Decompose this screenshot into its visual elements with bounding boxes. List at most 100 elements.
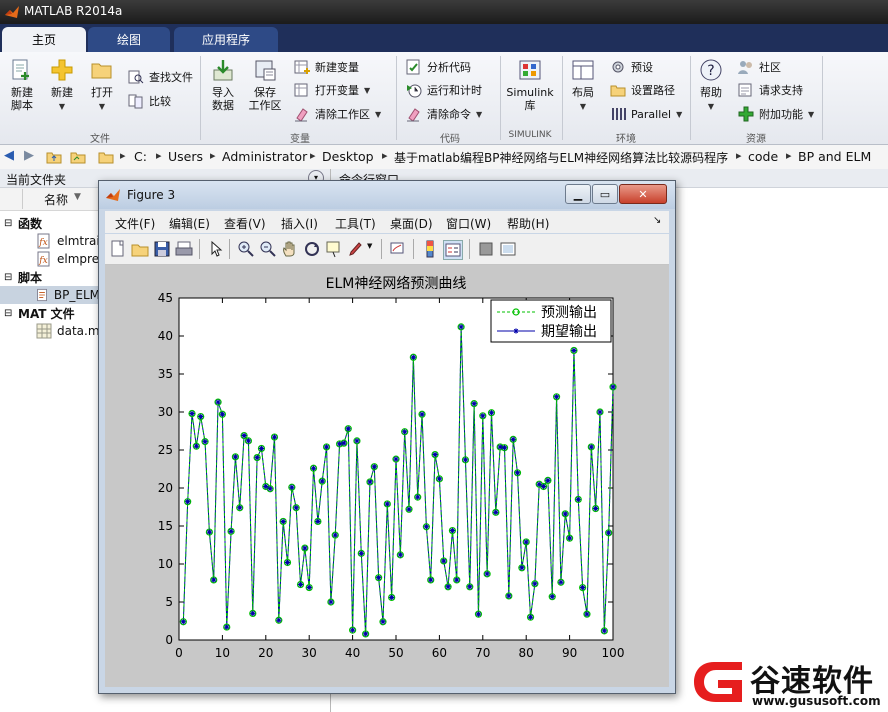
import-data-button[interactable]: 导入 数据 — [206, 58, 240, 112]
zoom-out-icon[interactable] — [259, 240, 277, 258]
expected-point — [432, 451, 438, 458]
tree-item[interactable]: fx elmtrai — [36, 232, 100, 250]
expected-point — [354, 438, 360, 444]
breadcrumb-segment[interactable]: 基于matlab编程BP神经网络与ELM神经网络算法比较源码程序 — [394, 149, 728, 166]
close-icon: ✕ — [638, 187, 648, 201]
expected-point — [237, 505, 243, 511]
breadcrumb-segment[interactable]: BP and ELM — [798, 149, 871, 164]
run-and-time-button[interactable]: 运行和计时 — [406, 81, 482, 99]
save-workspace-button[interactable]: 保存 工作区 — [246, 58, 284, 112]
menu-window[interactable]: 窗口(W) — [446, 215, 491, 232]
legend-icon[interactable] — [443, 240, 463, 260]
name-column-header[interactable]: 名称 — [44, 191, 68, 208]
plot-area[interactable]: ELM神经网络预测曲线 0 10 20 30 40 50 60 70 80 90 100 0 5 10 15 2… — [105, 265, 669, 687]
new-figure-icon[interactable] — [109, 240, 127, 258]
expected-point — [467, 584, 473, 590]
tree-item[interactable]: data.m — [36, 322, 100, 340]
menu-view[interactable]: 查看(V) — [224, 215, 266, 232]
expected-point — [397, 552, 403, 558]
zoom-in-icon[interactable] — [237, 240, 255, 258]
x-tick-label: 90 — [562, 646, 577, 660]
breadcrumb-segment[interactable]: Administrator — [222, 149, 307, 164]
function-file-icon: fx — [37, 251, 50, 267]
dock-arrow-icon[interactable]: ↘ — [653, 215, 661, 226]
minimize-button[interactable]: ▁ — [565, 184, 591, 204]
open-file-icon[interactable] — [131, 240, 149, 258]
set-path-button[interactable]: 设置路径 — [610, 81, 675, 99]
open-button[interactable]: 打开 ▼ — [86, 58, 118, 113]
tree-group-functions[interactable]: ⊟ 函数 — [4, 214, 42, 232]
print-icon[interactable] — [175, 240, 193, 258]
tree-group-mat-files[interactable]: ⊟ MAT 文件 — [4, 304, 75, 322]
gususoft-logo-icon — [694, 662, 742, 702]
ribbon-separator — [200, 56, 201, 140]
clear-workspace-button[interactable]: 清除工作区 ▼ — [294, 105, 381, 123]
new-variable-button[interactable]: 新建变量 — [294, 58, 359, 76]
link-plot-icon[interactable] — [389, 240, 407, 258]
menu-desktop[interactable]: 桌面(D) — [390, 215, 433, 232]
tab-plots[interactable]: 绘图 — [88, 27, 170, 52]
community-button[interactable]: 社区 — [738, 58, 781, 76]
save-icon[interactable] — [153, 240, 171, 258]
expected-point — [436, 476, 442, 482]
brush-caret-icon[interactable]: ▼ — [367, 242, 372, 250]
new-script-button[interactable]: 新建 脚本 — [4, 58, 40, 112]
add-ons-button[interactable]: 附加功能 ▼ — [738, 105, 814, 123]
tree-group-scripts[interactable]: ⊟ 脚本 — [4, 268, 42, 286]
expected-point — [610, 384, 616, 390]
preferences-button[interactable]: 预设 — [610, 58, 653, 76]
rotate-3d-icon[interactable] — [303, 240, 321, 258]
browse-folder-icon[interactable] — [70, 149, 86, 165]
pointer-icon[interactable] — [207, 240, 225, 258]
menu-edit[interactable]: 编辑(E) — [169, 215, 210, 232]
menu-tools[interactable]: 工具(T) — [335, 215, 376, 232]
breadcrumb-separator-icon: ▸ — [736, 149, 742, 162]
brush-icon[interactable] — [347, 240, 365, 258]
x-tick-label: 80 — [519, 646, 534, 660]
set-path-icon — [610, 85, 626, 97]
back-arrow-icon[interactable]: ◀ — [4, 148, 14, 163]
up-folder-icon[interactable] — [46, 149, 62, 165]
tab-apps[interactable]: 应用程序 — [174, 27, 278, 52]
colorbar-icon[interactable] — [421, 240, 439, 258]
menu-help[interactable]: 帮助(H) — [507, 215, 549, 232]
new-button[interactable]: 新建 ▼ — [46, 58, 78, 113]
layout-button[interactable]: 布局 ▼ — [566, 58, 600, 113]
tree-group-label: 函数 — [18, 216, 43, 231]
maximize-button[interactable]: ▭ — [592, 184, 618, 204]
pan-hand-icon[interactable] — [281, 240, 299, 258]
forward-arrow-icon[interactable]: ▶ — [24, 148, 34, 163]
close-button[interactable]: ✕ — [619, 184, 667, 204]
breadcrumb-segment[interactable]: C: — [134, 149, 147, 164]
help-button[interactable]: ? 帮助 ▼ — [694, 58, 728, 113]
open-variable-button[interactable]: 打开变量 ▼ — [294, 81, 370, 99]
breadcrumb-segment[interactable]: Users — [168, 149, 203, 164]
add-ons-icon — [738, 106, 754, 122]
request-support-button[interactable]: 请求支持 — [738, 81, 803, 99]
help-icon: ? — [700, 59, 722, 81]
simulink-library-button[interactable]: Simulink 库 — [504, 58, 556, 112]
compare-button[interactable]: 比较 — [128, 92, 171, 110]
tree-item[interactable]: fx elmpre — [36, 250, 99, 268]
hide-plot-tools-icon[interactable] — [477, 240, 495, 258]
figure-title-bar[interactable]: Figure 3 ▁ ▭ ✕ — [99, 181, 675, 209]
tab-home-label: 主页 — [31, 33, 56, 47]
data-cursor-icon[interactable] — [325, 240, 343, 258]
x-tick-label: 70 — [475, 646, 490, 660]
tree-item-selected[interactable]: BP_ELM — [0, 286, 100, 304]
breadcrumb-segment[interactable]: code — [748, 149, 778, 164]
parallel-button[interactable]: Parallel ▼ — [610, 105, 682, 123]
expected-point — [506, 593, 512, 599]
menu-insert[interactable]: 插入(I) — [281, 215, 318, 232]
toolbar-separator — [381, 239, 382, 259]
folder-open-icon — [91, 63, 112, 79]
show-plot-tools-icon[interactable] — [499, 240, 517, 258]
breadcrumb-segment[interactable]: Desktop — [322, 149, 374, 164]
menu-file[interactable]: 文件(F) — [115, 215, 155, 232]
analyze-code-button[interactable]: 分析代码 — [406, 58, 471, 76]
find-files-label: 查找文件 — [149, 71, 193, 84]
tab-home[interactable]: 主页 — [2, 27, 86, 52]
breadcrumb-separator-icon: ▸ — [382, 149, 388, 162]
clear-commands-button[interactable]: 清除命令 ▼ — [406, 105, 482, 123]
find-files-button[interactable]: 查找文件 — [128, 68, 193, 86]
